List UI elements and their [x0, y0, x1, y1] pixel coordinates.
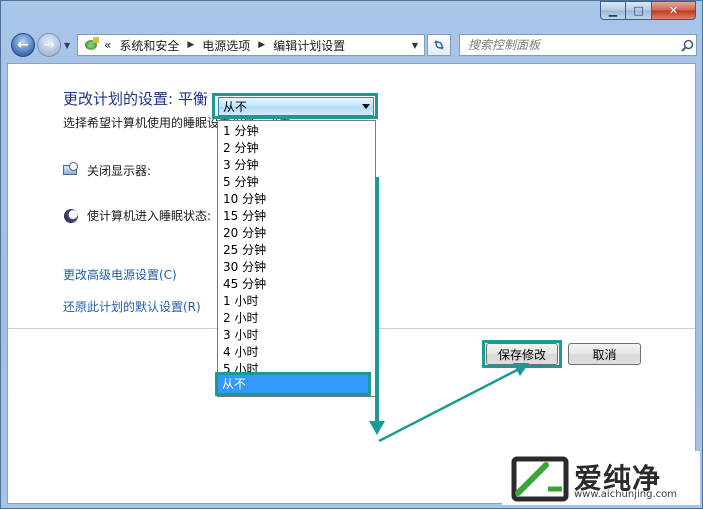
restore-defaults-link[interactable]: 还原此计划的默认设置(R)	[63, 298, 201, 315]
address-dropdown-icon[interactable]: ▼	[412, 41, 418, 50]
option-never[interactable]: 从不	[218, 375, 368, 393]
option-15min[interactable]: 15 分钟	[223, 208, 266, 225]
display-off-row: 关闭显示器:	[63, 161, 152, 179]
option-1min[interactable]: 1 分钟	[223, 123, 258, 140]
option-20min[interactable]: 20 分钟	[223, 225, 266, 242]
breadcrumb-separator[interactable]: ▶	[187, 40, 194, 50]
search-box[interactable]	[459, 34, 697, 56]
option-30min[interactable]: 30 分钟	[223, 259, 266, 276]
option-2min[interactable]: 2 分钟	[223, 140, 258, 157]
display-off-selected-value: 从不	[223, 100, 248, 114]
search-icon[interactable]	[678, 39, 696, 52]
arrow-right-icon: →	[43, 37, 55, 53]
address-overflow[interactable]: «	[104, 38, 111, 52]
navigation-bar: ← → ▼ « 系统和安全 ▶ 电源选项 ▶ 编辑计划设置 ▼	[7, 30, 697, 62]
display-off-options-list: 1 分钟 2 分钟 3 分钟 5 分钟 10 分钟 15 分钟 20 分钟 25…	[217, 120, 376, 397]
chevron-down-icon[interactable]	[359, 104, 373, 109]
option-3hr[interactable]: 3 小时	[223, 327, 258, 344]
sleep-label: 使计算机进入睡眠状态:	[87, 209, 212, 223]
advanced-power-settings-link[interactable]: 更改高级电源设置(C)	[63, 266, 177, 283]
arrow-left-icon: ←	[17, 37, 29, 53]
display-off-select[interactable]: 从不	[218, 97, 374, 116]
option-3min[interactable]: 3 分钟	[223, 157, 258, 174]
option-10min[interactable]: 10 分钟	[223, 191, 266, 208]
option-5min[interactable]: 5 分钟	[223, 174, 258, 191]
option-25min[interactable]: 25 分钟	[223, 242, 266, 259]
watermark-url: www.aichunjing.com	[574, 489, 677, 500]
refresh-button[interactable]	[427, 34, 451, 56]
moon-icon	[63, 208, 79, 224]
maximize-button[interactable]: □	[626, 1, 652, 20]
breadcrumb-power-options[interactable]: 电源选项	[202, 37, 250, 54]
option-4hr[interactable]: 4 小时	[223, 344, 258, 361]
page-title: 更改计划的设置: 平衡	[63, 90, 208, 108]
breadcrumb-separator[interactable]: ▶	[258, 40, 265, 50]
close-button[interactable]: ✕	[652, 1, 696, 20]
address-bar[interactable]: « 系统和安全 ▶ 电源选项 ▶ 编辑计划设置 ▼	[77, 34, 425, 56]
control-panel-window: ▁ □ ✕ ← → ▼ « 系统和安全 ▶ 电源选项 ▶ 编辑计划设置 ▼ 搜索…	[0, 0, 703, 509]
watermark: 爱纯净 www.aichunjing.com	[502, 451, 700, 505]
back-button[interactable]: ←	[11, 33, 35, 57]
caption-buttons: ▁ □ ✕	[600, 1, 696, 20]
minimize-button[interactable]: ▁	[600, 1, 626, 20]
power-options-icon	[84, 37, 100, 53]
breadcrumb-edit-plan[interactable]: 编辑计划设置	[273, 37, 345, 54]
cancel-button[interactable]: 取消	[568, 343, 641, 365]
refresh-arrows-icon	[434, 40, 444, 50]
option-45min[interactable]: 45 分钟	[223, 276, 266, 293]
save-changes-button[interactable]: 保存修改	[486, 343, 558, 365]
display-off-label: 关闭显示器:	[87, 164, 152, 178]
option-2hr[interactable]: 2 小时	[223, 310, 258, 327]
sleep-row: 使计算机进入睡眠状态:	[63, 207, 211, 224]
monitor-clock-icon	[63, 161, 79, 179]
recent-pages-dropdown[interactable]: ▼	[64, 41, 70, 50]
breadcrumb-system-security[interactable]: 系统和安全	[119, 37, 179, 54]
logo-icon	[511, 456, 569, 502]
search-input[interactable]	[466, 37, 678, 53]
option-1hr[interactable]: 1 小时	[223, 293, 258, 310]
forward-button[interactable]: →	[37, 33, 61, 57]
